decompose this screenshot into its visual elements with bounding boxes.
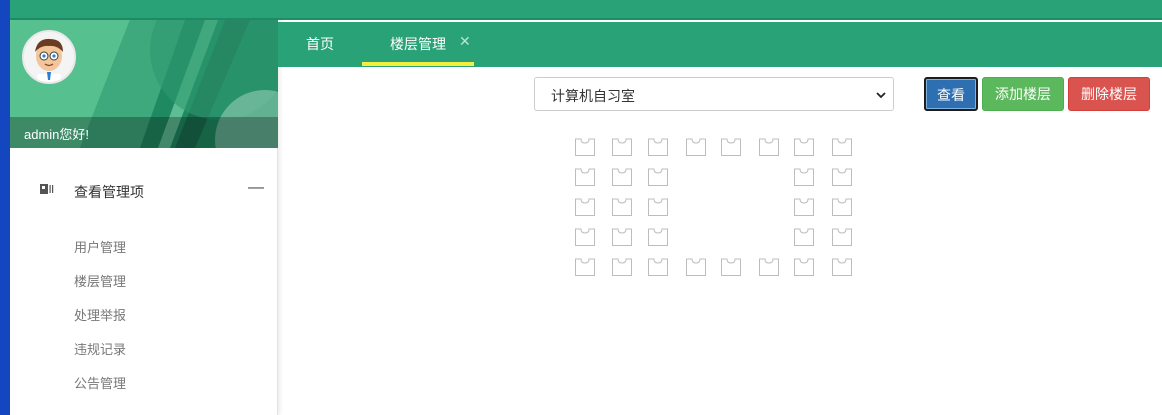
profile-banner: admin您好!: [10, 20, 278, 148]
seat-icon[interactable]: [647, 197, 669, 217]
seat-icon[interactable]: [758, 137, 780, 157]
window-edge-strip: [0, 0, 10, 415]
seat-icon[interactable]: [611, 137, 633, 157]
sidebar: admin您好! 查看管理项 — 用户管理 楼层管理 处理举报 违规记录 公告管…: [10, 20, 278, 415]
delete-floor-button[interactable]: 删除楼层: [1068, 77, 1150, 111]
seat-icon[interactable]: [574, 257, 596, 277]
seat-icon[interactable]: [793, 167, 815, 187]
room-select-value: 计算机自习室: [551, 88, 635, 104]
sidebar-item-reports[interactable]: 处理举报: [74, 305, 126, 324]
id-card-icon: [40, 184, 54, 194]
seat-icon[interactable]: [574, 167, 596, 187]
seat-icon[interactable]: [831, 227, 853, 247]
menu-group-label: 查看管理项: [74, 184, 144, 200]
tab-home[interactable]: 首页: [306, 34, 334, 54]
seat-icon[interactable]: [611, 257, 633, 277]
seat-icon[interactable]: [647, 257, 669, 277]
close-icon[interactable]: ✕: [459, 33, 471, 50]
seat-icon[interactable]: [647, 227, 669, 247]
seat-icon[interactable]: [793, 257, 815, 277]
seat-icon[interactable]: [758, 257, 780, 277]
chevron-down-icon: [876, 92, 886, 99]
seat-icon[interactable]: [574, 197, 596, 217]
seat-icon[interactable]: [831, 257, 853, 277]
menu-group-manage[interactable]: 查看管理项 —: [10, 178, 278, 204]
seat-icon[interactable]: [793, 197, 815, 217]
sidebar-item-users[interactable]: 用户管理: [74, 237, 126, 256]
seat-icon[interactable]: [831, 137, 853, 157]
seat-icon[interactable]: [611, 167, 633, 187]
seat-icon[interactable]: [685, 137, 707, 157]
tab-floor-management[interactable]: 楼层管理: [390, 34, 446, 54]
seat-icon[interactable]: [574, 137, 596, 157]
seat-icon[interactable]: [611, 227, 633, 247]
seat-icon[interactable]: [574, 227, 596, 247]
seat-icon[interactable]: [793, 227, 815, 247]
avatar-face-icon: [24, 32, 74, 82]
seat-icon[interactable]: [793, 137, 815, 157]
room-select[interactable]: 计算机自习室: [534, 77, 894, 111]
seat-icon[interactable]: [831, 197, 853, 217]
seat-icon[interactable]: [720, 137, 742, 157]
seat-icon[interactable]: [831, 167, 853, 187]
add-floor-button[interactable]: 添加楼层: [982, 77, 1064, 111]
seat-icon[interactable]: [647, 167, 669, 187]
seat-icon[interactable]: [647, 137, 669, 157]
view-button[interactable]: 查看: [924, 77, 978, 111]
welcome-bar: admin您好!: [10, 117, 278, 148]
tab-bar: 首页 楼层管理 ✕: [278, 22, 1162, 67]
sidebar-item-violations[interactable]: 违规记录: [74, 339, 126, 358]
top-header-bar: [10, 0, 1162, 20]
seat-icon[interactable]: [685, 257, 707, 277]
avatar[interactable]: [22, 30, 76, 84]
active-tab-indicator: [362, 62, 474, 66]
seat-icon[interactable]: [611, 197, 633, 217]
collapse-icon[interactable]: —: [248, 179, 264, 197]
seat-icon[interactable]: [720, 257, 742, 277]
welcome-text: admin您好!: [24, 127, 90, 142]
sidebar-item-floors[interactable]: 楼层管理: [74, 271, 126, 290]
sidebar-item-notices[interactable]: 公告管理: [74, 373, 126, 392]
